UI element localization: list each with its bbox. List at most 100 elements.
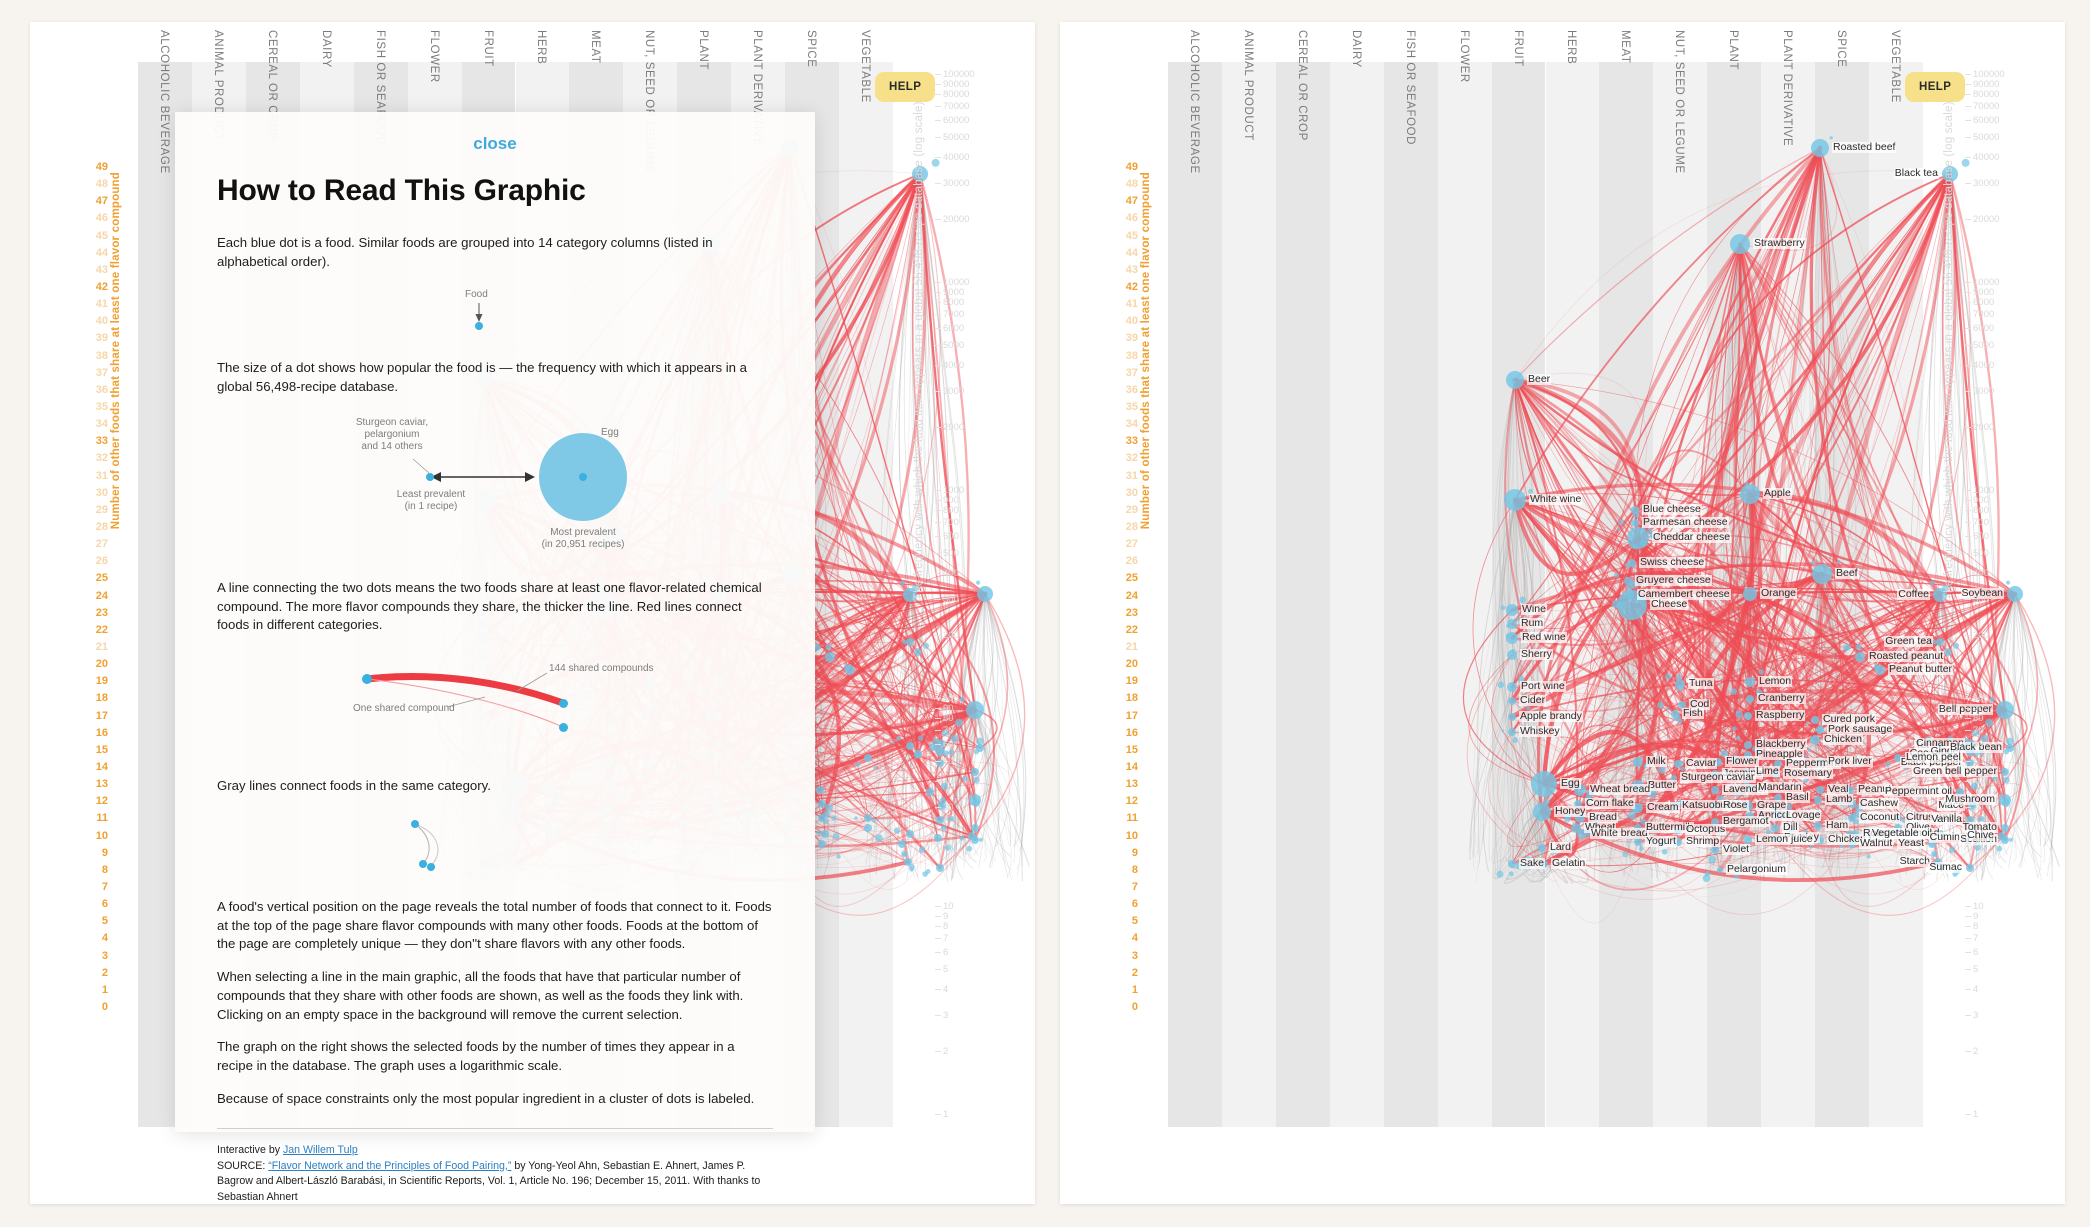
food-node-label: Sumac	[1928, 861, 1963, 874]
log-axis-tick: 7000	[1964, 309, 1995, 321]
log-axis-tick: 800	[1965, 505, 1989, 517]
figure-gray-dot-b	[419, 859, 427, 868]
log-axis-tick: 300	[1965, 593, 1989, 605]
food-node-label: Fish	[1682, 707, 1704, 720]
food-node-label: Buttermilk	[1645, 821, 1694, 834]
food-node-label: Vanilla	[1930, 813, 1963, 826]
log-axis-tick: 4	[1964, 983, 1979, 995]
flavor-network-panel-left: ALCOHOLIC BEVERAGE ANIMAL PRODUCT CEREAL O…	[30, 22, 1035, 1204]
modal-paragraph-3: A line connecting the two dots means the…	[217, 579, 762, 633]
food-node-label: Lemon peel	[1905, 751, 1962, 764]
figure-gray-dot-a	[411, 819, 419, 828]
food-node-label: Cod	[1689, 698, 1711, 711]
food-node-label: Butter	[1647, 779, 1678, 792]
food-node-label: Chicken	[1823, 733, 1863, 746]
log-axis-tick: 60	[1965, 739, 1984, 751]
credits-interactive-line: Interactive by Jan Willem Tulp	[217, 1143, 773, 1158]
log-axis-tick: 1	[1964, 1109, 1979, 1120]
food-node-label: Octopus	[1685, 823, 1727, 836]
food-node-label: Gelatin	[1551, 857, 1587, 870]
food-node-label: Cocoa	[1908, 747, 1941, 760]
credits-source-line: SOURCE: “Flavor Network and the Principl…	[217, 1159, 773, 1204]
food-node-label: Corn flake	[1585, 797, 1635, 810]
credits-author-link[interactable]: Jan Willem Tulp	[283, 1144, 358, 1156]
food-node-label: Cheddar cheese	[1652, 531, 1732, 544]
food-node-label: Violet	[1722, 843, 1751, 856]
food-node-label: Lamb	[1825, 793, 1854, 806]
food-node-label: Orange	[1760, 587, 1798, 600]
food-node-label: Tea	[1914, 739, 1933, 752]
food-node-label: Lard	[1549, 841, 1573, 854]
food-node-label: Lavender	[1722, 783, 1768, 796]
food-node-label: Basil	[1785, 791, 1810, 804]
figure-prevalence: Sturgeon caviar, pelargonium and 14 othe…	[217, 411, 773, 561]
log-axis-tick: 60000	[1964, 115, 2000, 127]
figure-gray-lines-svg	[414, 823, 439, 867]
food-node-label: Port wine	[1520, 680, 1566, 693]
food-node-label: Apricot	[1757, 809, 1792, 822]
log-axis-right: The frequency with which the food item a…	[1943, 70, 2060, 1130]
log-axis-tick: 3	[1964, 1009, 1979, 1021]
food-node-label: Peppermint oil	[1883, 785, 1953, 798]
food-node-label: Beef	[1835, 567, 1859, 580]
food-node-label: Yogurt	[1645, 835, 1677, 848]
food-node-label: Camembert cheese	[1637, 588, 1731, 601]
flavor-network-panel-right: ALCOHOLIC BEVERAGE ANIMAL PRODUCT CEREAL O…	[1060, 22, 2065, 1204]
modal-paragraph-1: Each blue dot is a food. Similar foods a…	[217, 235, 713, 269]
food-node-label: Roasted beef	[1832, 141, 1897, 154]
food-node-label: Flower	[1725, 755, 1759, 768]
food-node-label: Bergamot	[1722, 815, 1770, 828]
food-node-label: Jasmine	[1722, 767, 1764, 780]
modal-close-button-top[interactable]: close	[217, 112, 773, 158]
food-node-label: Cheese	[1650, 598, 1689, 611]
food-node-label: Sturgeon caviar	[1680, 771, 1756, 784]
figure-shared-compounds: 144 shared compounds One shared compound	[217, 649, 773, 759]
food-node-label: Lemon	[1758, 675, 1793, 688]
log-axis-tick: 40	[1965, 775, 1984, 787]
log-axis-tick: 20	[1965, 838, 1984, 850]
food-node-label: Shrimp	[1685, 835, 1721, 848]
food-node-label: White bread	[1590, 827, 1649, 840]
log-axis-tick: 40000	[1964, 151, 2000, 163]
food-node-label: Red wine	[1521, 631, 1567, 644]
food-node-label: Cashew	[1859, 797, 1899, 810]
food-node-label: Walnut	[1859, 837, 1894, 850]
food-node-label: Whiskey	[1519, 725, 1561, 738]
figure-least-prevalent-caption: Least prevalent (in 1 recipe)	[396, 488, 466, 512]
food-node-label: Mandarin	[1757, 781, 1803, 794]
log-axis-tick: 30000	[1964, 177, 2000, 189]
food-node-label: Beer	[1527, 373, 1552, 386]
graphic-right: ALCOHOLIC BEVERAGE ANIMAL PRODUCT CEREAL O…	[1060, 22, 2065, 1204]
food-node-label: Honey	[1554, 805, 1587, 818]
food-node-label: Coffee	[1897, 588, 1930, 601]
log-axis-tick: 30	[1965, 801, 1984, 813]
food-node-label: Apple brandy	[1519, 710, 1583, 723]
food-node-label: Pork sausage	[1827, 723, 1894, 736]
figure-most-prevalent-center-dot	[579, 472, 587, 481]
food-node-label: Peppermint	[1785, 757, 1841, 770]
food-node-label: Pineapple	[1755, 748, 1804, 761]
food-node-label: Pork liver	[1827, 755, 1873, 768]
food-node-label: Black tea	[1893, 167, 1939, 180]
food-node-label: Vegetable oil	[1870, 827, 1933, 840]
food-node-label: Cumin	[1928, 831, 1961, 844]
food-node-label: Black pepper	[1899, 756, 1963, 769]
food-node-label: Roasted peanut	[1868, 650, 1945, 663]
log-axis-tick: 70	[1965, 725, 1984, 737]
food-node-label: Grape	[1756, 799, 1788, 812]
food-node-label: Dill	[1782, 821, 1799, 834]
food-node-label: Raspberry	[1755, 709, 1806, 722]
figure-thick-line-label: 144 shared compounds	[549, 663, 654, 675]
log-axis-tick: 500	[1965, 547, 1989, 559]
credits-source-link[interactable]: “Flavor Network and the Principles of Fo…	[268, 1160, 511, 1172]
log-axis-tick: 6	[1964, 947, 1979, 959]
food-node-label: Peanut	[1857, 783, 1893, 796]
modal-paragraph-6: When selecting a line in the main graphi…	[217, 969, 744, 1022]
food-node-label: Bread	[1588, 811, 1619, 824]
graphic-left: ALCOHOLIC BEVERAGE ANIMAL PRODUCT CEREAL O…	[30, 22, 1035, 1204]
figure-gray-dot-c	[427, 862, 435, 871]
food-node-label: Lemon juice	[1755, 833, 1814, 846]
food-node-label: Lovage	[1785, 809, 1822, 822]
figure-food-arrow	[475, 303, 483, 323]
log-axis-tick: 70000	[1964, 101, 2000, 113]
